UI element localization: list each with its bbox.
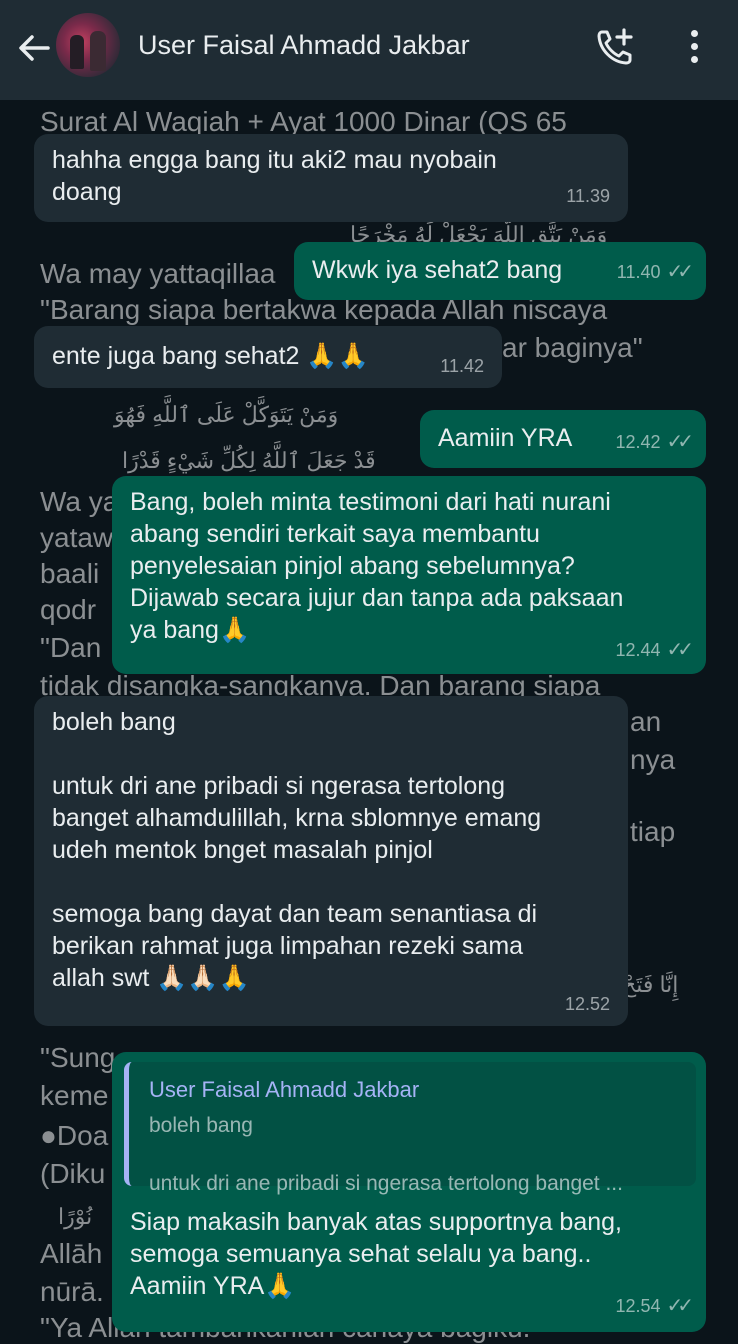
arrow-left-icon[interactable] [14, 28, 54, 68]
double-check-icon: ✓✓ [666, 431, 693, 453]
add-call-icon[interactable] [594, 26, 636, 68]
background-text: Wa may yattaqillaa [40, 258, 276, 289]
chat-header: User Faisal Ahmadd Jakbar [0, 0, 738, 100]
message-bubble-incoming[interactable]: ente juga bang sehat2 🙏🙏 11.42 [34, 326, 502, 388]
quote-sender-name: User Faisal Ahmadd Jakbar [149, 1077, 420, 1102]
double-check-icon: ✓✓ [666, 1295, 693, 1317]
background-text: qodr [40, 594, 97, 625]
contact-name[interactable]: User Faisal Ahmadd Jakbar [138, 30, 470, 61]
message-bubble-outgoing[interactable]: Aamiin YRA 12.42 ✓✓ [420, 410, 706, 468]
message-bubble-outgoing[interactable]: User Faisal Ahmadd Jakbar boleh bang unt… [112, 1052, 706, 1332]
message-time: 11.40 ✓✓ [616, 256, 694, 288]
message-bubble-incoming[interactable]: boleh bang untuk dri ane pribadi si nger… [34, 696, 628, 1026]
background-text: nya [630, 744, 676, 775]
background-text: an [630, 706, 662, 737]
message-bubble-incoming[interactable]: hahha engga bang itu aki2 mau nyobain do… [34, 134, 628, 222]
message-time: 11.42 [440, 356, 484, 376]
message-text: hahha engga bang itu aki2 mau nyobain do… [52, 146, 497, 206]
background-text: keme [40, 1080, 109, 1111]
arabic-text: وَمَنْ يَتَوَكَّلْ عَلَى ٱللَّهِ فَهُوَ [114, 402, 339, 427]
message-time: 11.39 [566, 186, 610, 206]
arabic-text: إِنَّا فَتَحْ [622, 972, 679, 997]
background-text: Allāh [40, 1238, 103, 1269]
avatar[interactable] [56, 13, 120, 77]
background-text: ●Doa [40, 1120, 109, 1151]
background-text: "Sung [40, 1042, 116, 1073]
background-text: yataw [40, 522, 114, 553]
double-check-icon: ✓✓ [666, 261, 693, 283]
background-text: "Dan [40, 632, 102, 663]
arabic-text: قَدْ جَعَلَ ٱللَّهُ لِكُلِّ شَيْءٍ قَدْر… [122, 448, 376, 473]
message-time: 12.52 [564, 994, 610, 1014]
quote-line: boleh bang [149, 1114, 253, 1137]
message-bubble-outgoing[interactable]: Bang, boleh minta testimoni dari hati nu… [112, 476, 706, 674]
more-vertical-icon[interactable] [684, 30, 704, 70]
arabic-text: نُوْرًا [58, 1204, 93, 1229]
background-text: (Diku [40, 1158, 106, 1189]
message-bubble-outgoing[interactable]: Wkwk iya sehat2 bang 11.40 ✓✓ [294, 242, 706, 300]
message-text: ente juga bang sehat2 🙏🙏 [52, 342, 369, 370]
message-time: 12.44 ✓✓ [615, 634, 693, 666]
double-check-icon: ✓✓ [666, 639, 693, 661]
background-text: baali [40, 558, 100, 589]
message-text: boleh bang untuk dri ane pribadi si nger… [52, 708, 542, 992]
message-time: 12.54 ✓✓ [615, 1290, 693, 1322]
message-time-label: 12.42 [615, 432, 661, 452]
background-text: ar baginya" [502, 332, 643, 363]
message-text: Bang, boleh minta testimoni dari hati nu… [130, 488, 624, 644]
message-time-label: 12.54 [615, 1296, 661, 1316]
reply-quote[interactable]: User Faisal Ahmadd Jakbar boleh bang unt… [124, 1062, 696, 1195]
background-text: tiap [630, 816, 676, 847]
background-text: Wa ya [40, 486, 119, 517]
message-time-label: 12.44 [615, 640, 661, 660]
message-text: Siap makasih banyak atas supportnya bang… [130, 1208, 622, 1300]
quote-line: untuk dri ane pribadi si ngerasa tertolo… [149, 1172, 623, 1195]
message-time-label: 11.40 [616, 262, 661, 282]
background-text: nūrā. [40, 1276, 104, 1307]
message-time: 12.42 ✓✓ [615, 426, 693, 458]
